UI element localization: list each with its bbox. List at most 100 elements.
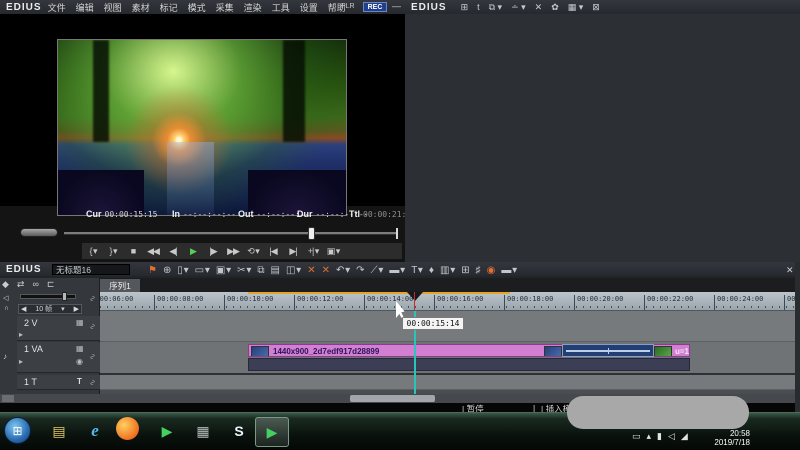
menu-item[interactable]: 素材 <box>132 1 150 14</box>
rec-indicator[interactable]: REC <box>363 2 387 12</box>
view-mode-icon[interactable]: ▦ ▾ <box>568 2 584 13</box>
shuttle-control[interactable] <box>20 228 58 237</box>
menu-item[interactable]: 设置 <box>300 1 318 14</box>
speed-icon[interactable]: ⟋ ▾ <box>371 265 383 276</box>
new-folder-icon[interactable]: ⊞ <box>461 2 469 13</box>
ripple-delete-icon[interactable]: ✕ <box>307 265 314 276</box>
hscroll-button[interactable] <box>2 395 14 402</box>
tray-battery-icon[interactable]: ▮ <box>657 431 662 442</box>
ffwd-button[interactable]: ▶▶ <box>226 245 240 258</box>
tray-hidden-icons-arrow[interactable]: ▴ <box>647 431 652 442</box>
replace-icon[interactable]: ◫ ▾ <box>286 265 300 276</box>
audio-clip[interactable] <box>248 358 690 371</box>
close-icon[interactable]: ✕ <box>786 265 794 276</box>
menu-item[interactable]: 标记 <box>160 1 178 14</box>
menu-item[interactable]: 采集 <box>216 1 234 14</box>
tray-network-icon[interactable]: ◢ <box>681 431 688 442</box>
rewind-button[interactable]: ◀◀ <box>146 245 160 258</box>
cut-icon[interactable]: ✂ ▾ <box>237 265 250 276</box>
menu-item[interactable]: 模式 <box>188 1 206 14</box>
menu-item[interactable]: 渲染 <box>244 1 262 14</box>
jog-icon[interactable]: ∩ <box>4 305 9 312</box>
redo-icon[interactable]: ↷ <box>356 265 363 276</box>
position-slider[interactable] <box>64 232 398 235</box>
panel-handle-icon[interactable]: ∿ <box>88 323 97 330</box>
panel-handle-icon[interactable]: ∿ <box>88 379 97 386</box>
timeline-ruler[interactable]: 00:00:06:0000:00:08:0000:00:10:0000:00:1… <box>100 292 795 311</box>
waveform-toggle-icon[interactable]: ◆ <box>2 279 9 290</box>
minimize-icon[interactable]: — <box>392 1 401 11</box>
multicam-icon[interactable]: ⊞ <box>461 265 468 276</box>
firefox-icon[interactable] <box>116 417 139 440</box>
playhead-marker[interactable] <box>407 292 423 301</box>
add-to-bin-icon[interactable]: ⊕ <box>163 265 170 276</box>
sync-lock-icon[interactable]: ∞ <box>32 279 38 290</box>
save-project-icon[interactable]: ▣ ▾ <box>216 265 230 276</box>
app-icon[interactable]: ▦ <box>188 417 218 445</box>
copy-icon[interactable]: ⧉ <box>257 265 263 276</box>
mixer-icon[interactable]: ♯ <box>476 265 480 276</box>
menu-item[interactable]: 视图 <box>104 1 122 14</box>
transition-clip[interactable] <box>562 344 654 357</box>
export-button[interactable]: ▣ ▾ <box>326 245 340 258</box>
goto-in-button[interactable]: |◀ <box>266 245 280 258</box>
monitor-volume-thumb[interactable] <box>62 292 67 301</box>
duplicate-icon[interactable]: ⧉ ▾ <box>489 2 502 13</box>
start-button[interactable]: ⊞ <box>4 417 31 444</box>
record-icon[interactable]: ◉ <box>487 265 495 276</box>
mark-in-button[interactable]: { ▾ <box>86 245 100 258</box>
menu-item[interactable]: 文件 <box>48 1 66 14</box>
undo-icon[interactable]: ↶ ▾ <box>336 265 349 276</box>
photo-app-icon[interactable]: S <box>224 417 254 445</box>
next-frame-button[interactable]: |▶ <box>206 245 220 258</box>
mark-out-button[interactable]: } ▾ <box>106 245 120 258</box>
position-slider-thumb[interactable] <box>308 227 315 240</box>
add-cut-button[interactable]: +| ▾ <box>306 245 320 258</box>
open-project-icon[interactable]: ▭ ▾ <box>195 265 209 276</box>
active-player-button[interactable]: ▶ <box>255 417 289 447</box>
loop-button[interactable]: ⟲ ▾ <box>246 245 260 258</box>
delete-icon[interactable]: ✕ <box>322 265 329 276</box>
chevron-down-icon[interactable]: ▾ <box>61 305 65 313</box>
ripple-mode-icon[interactable]: ⊏ <box>47 279 55 290</box>
title-icon[interactable]: T ▾ <box>411 265 422 276</box>
lock-icon[interactable]: ⊠ <box>592 2 600 13</box>
track-lane-t[interactable] <box>100 375 795 390</box>
paste-icon[interactable]: ▤ <box>271 265 279 276</box>
panel-handle-icon[interactable]: ∿ <box>88 295 97 302</box>
media-player-icon[interactable]: ▶ <box>152 417 182 445</box>
nudge-next-icon[interactable]: ▶ <box>74 305 79 313</box>
menu-item[interactable]: 工具 <box>272 1 290 14</box>
new-sequence-icon[interactable]: ▯ ▾ <box>177 265 187 276</box>
properties-icon[interactable]: ✿ <box>551 2 559 13</box>
voiceover-icon[interactable]: ♦ <box>429 265 433 276</box>
play-button[interactable]: ▶ <box>186 245 200 258</box>
timeline-vscrollbar[interactable] <box>795 262 800 412</box>
explorer-icon[interactable]: ▤ <box>44 417 74 445</box>
layout-icon[interactable]: ▬ ▾ <box>501 265 516 276</box>
nudge-prev-icon[interactable]: ◀ <box>21 305 26 313</box>
panel-handle-icon[interactable]: ∿ <box>88 353 97 360</box>
expander-icon[interactable]: ▸ <box>19 330 23 339</box>
delete-icon[interactable]: ✕ <box>535 2 543 13</box>
prev-frame-button[interactable]: ◀| <box>166 245 180 258</box>
up-level-icon[interactable]: t <box>477 2 480 13</box>
capture-icon[interactable]: ⚑ <box>148 265 156 276</box>
link-toggle-icon[interactable]: ⇄ <box>17 279 25 290</box>
timeline-hscrollbar-thumb[interactable] <box>350 395 435 402</box>
tray-volume-icon[interactable]: ◁ <box>668 431 675 442</box>
eye-icon[interactable]: ◉ <box>76 357 83 366</box>
expander-icon[interactable]: ▸ <box>19 357 23 366</box>
tray-display-icon[interactable]: ▭ <box>632 431 641 442</box>
ie-icon[interactable]: e <box>80 417 110 445</box>
nudge-setting[interactable]: ◀ 10 帧 ▾ ▶ <box>18 304 82 314</box>
speaker-icon[interactable]: ◁ <box>3 294 8 302</box>
menu-item[interactable]: 编辑 <box>76 1 94 14</box>
tab-sequence1[interactable]: 序列1 <box>100 279 140 292</box>
monitor-volume-slider[interactable] <box>20 294 76 299</box>
sort-icon[interactable]: ∸ ▾ <box>511 2 526 13</box>
transition-icon[interactable]: ▥ ▾ <box>440 265 454 276</box>
stop-button[interactable]: ■ <box>126 245 140 258</box>
trim-icon[interactable]: ▬ ▾ <box>389 265 404 276</box>
taskbar-clock[interactable]: 20:58 2019/7/18 <box>694 429 750 447</box>
